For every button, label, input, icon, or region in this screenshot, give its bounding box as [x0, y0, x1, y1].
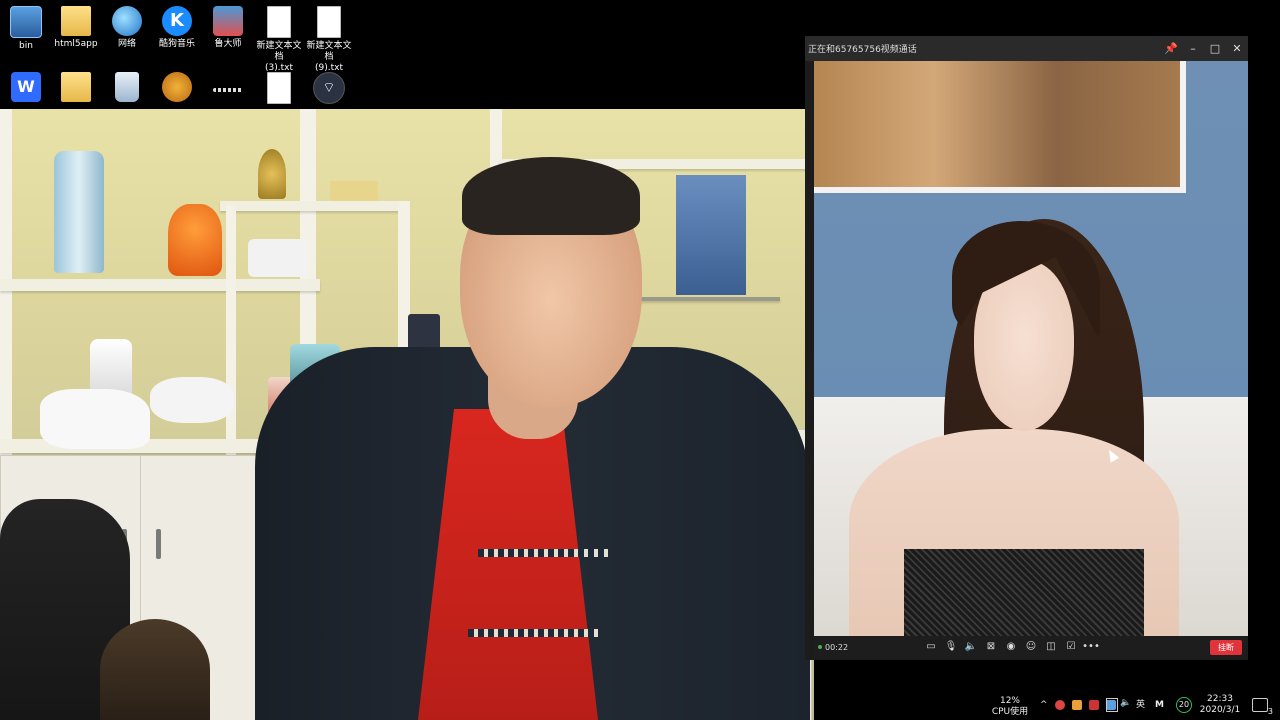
network-icon	[112, 6, 142, 36]
desktop-icon-html5app[interactable]: html5app	[50, 2, 102, 50]
desktop-icon-label: 鲁大师	[214, 39, 242, 49]
hangup-button[interactable]: 挂断	[1210, 639, 1242, 655]
camera-off-icon[interactable]: ⊠	[981, 639, 1001, 655]
bear-icon	[162, 72, 192, 102]
desktop-icon-network[interactable]: 网络	[101, 2, 153, 50]
kugou-glyph: K	[170, 10, 184, 31]
mic-icon[interactable]: 🎙	[941, 639, 961, 655]
desktop-icon-label: bin	[19, 41, 33, 51]
desktop-icon-bin[interactable]: bin	[0, 2, 52, 52]
desktop-icon-text-file-3[interactable]: 新建文本文档 (3).txt	[253, 2, 305, 74]
tray-app-icon[interactable]	[1055, 700, 1065, 710]
face-icon[interactable]: ☺	[1021, 639, 1041, 655]
recycle-bin-icon	[115, 72, 139, 102]
call-window-title: 正在和65765756视频通话	[808, 45, 917, 55]
speaker-icon[interactable]: 🔈	[961, 639, 981, 655]
badge-circle[interactable]: 20	[1176, 697, 1192, 713]
desktop-icon-dots[interactable]	[202, 68, 254, 95]
pin-icon[interactable]: 📌	[1160, 36, 1182, 61]
woman-dress	[904, 549, 1144, 636]
folder-icon	[61, 6, 91, 36]
remote-video-feed	[814, 61, 1248, 636]
desktop-icon-label: html5app	[54, 39, 98, 49]
minimize-button[interactable]: –	[1182, 36, 1204, 61]
notification-count: 3	[1267, 706, 1273, 717]
tray-app-icon[interactable]	[1072, 700, 1082, 710]
edit-icon[interactable]: ☑	[1061, 639, 1081, 655]
message-icon[interactable]: ▭	[921, 639, 941, 655]
call-timer: 00:22	[825, 642, 849, 652]
desktop-icon-folder[interactable]	[50, 68, 102, 105]
webcam-video-feed	[0, 109, 814, 720]
maximize-button[interactable]: □	[1204, 36, 1226, 61]
folder-icon	[61, 72, 91, 102]
call-control-bar: 00:22 ▭ 🎙 🔈 ⊠ ◉ ☺ ◫ ☑ ••• 挂断	[814, 636, 1248, 658]
text-file-icon	[267, 72, 291, 104]
dots-icon	[213, 88, 243, 92]
desktop-icon-bear-app[interactable]	[151, 68, 203, 105]
ime-mode[interactable]: M	[1155, 700, 1164, 711]
tray-app-icon[interactable]	[1089, 700, 1099, 710]
desktop-icon-ludashi[interactable]: 鲁大师	[202, 2, 254, 50]
clock-date: 2020/3/1	[1199, 705, 1241, 715]
volume-icon[interactable]: 🔈	[1120, 698, 1131, 709]
cpu-label: CPU使用	[991, 707, 1029, 717]
ludashi-icon	[213, 6, 243, 36]
call-title-bar[interactable]: 正在和65765756视频通话 📌 – □ ✕	[805, 36, 1248, 61]
connection-dot	[818, 645, 822, 649]
ime-lang[interactable]: 英	[1136, 700, 1145, 711]
system-tray: 12% CPU使用 ^ 🔈 英 M 20 22:33 2020/3/1 3	[814, 690, 1280, 720]
desktop-icon-recycle-bin[interactable]	[101, 68, 153, 105]
network-icon[interactable]	[1106, 698, 1118, 712]
person-hair	[462, 157, 640, 235]
wps-icon: W	[11, 72, 41, 102]
kugou-icon: K	[162, 6, 192, 36]
clock[interactable]: 22:33 2020/3/1	[1199, 694, 1241, 716]
clock-time: 22:33	[1207, 694, 1233, 704]
wifi-icon: ⌔	[313, 72, 345, 104]
wall-painting	[814, 61, 1186, 193]
close-button[interactable]: ✕	[1226, 36, 1248, 61]
cpu-percent: 12%	[999, 696, 1020, 706]
cpu-usage[interactable]: 12% CPU使用	[990, 696, 1030, 718]
desktop-icon-text-file[interactable]	[253, 68, 305, 107]
more-icon[interactable]: •••	[1081, 639, 1101, 655]
desktop-icon-text-file-9[interactable]: 新建文本文档 (9).txt	[303, 2, 355, 74]
desktop-icon-wifi-app[interactable]: ⌔	[303, 68, 355, 107]
text-file-icon	[267, 6, 291, 38]
text-file-icon	[317, 6, 341, 38]
notification-icon[interactable]: 3	[1252, 698, 1273, 717]
screenshot-icon[interactable]: ◉	[1001, 639, 1021, 655]
desktop-icon-label: 网络	[117, 39, 136, 49]
wps-glyph: W	[17, 77, 35, 96]
bin-icon	[10, 6, 42, 38]
desktop-icon-kugou[interactable]: K 酷狗音乐	[151, 2, 203, 50]
video-call-window[interactable]: 正在和65765756视频通话 📌 – □ ✕ 00:22 ▭ 🎙 🔈 ⊠ ◉ …	[805, 36, 1248, 660]
wifi-glyph: ⌔	[322, 80, 336, 96]
desktop-icon-wps[interactable]: W	[0, 68, 52, 105]
desktop-icon-label: 酷狗音乐	[158, 39, 195, 49]
layout-icon[interactable]: ◫	[1041, 639, 1061, 655]
show-hidden-icons[interactable]: ^	[1040, 700, 1048, 711]
